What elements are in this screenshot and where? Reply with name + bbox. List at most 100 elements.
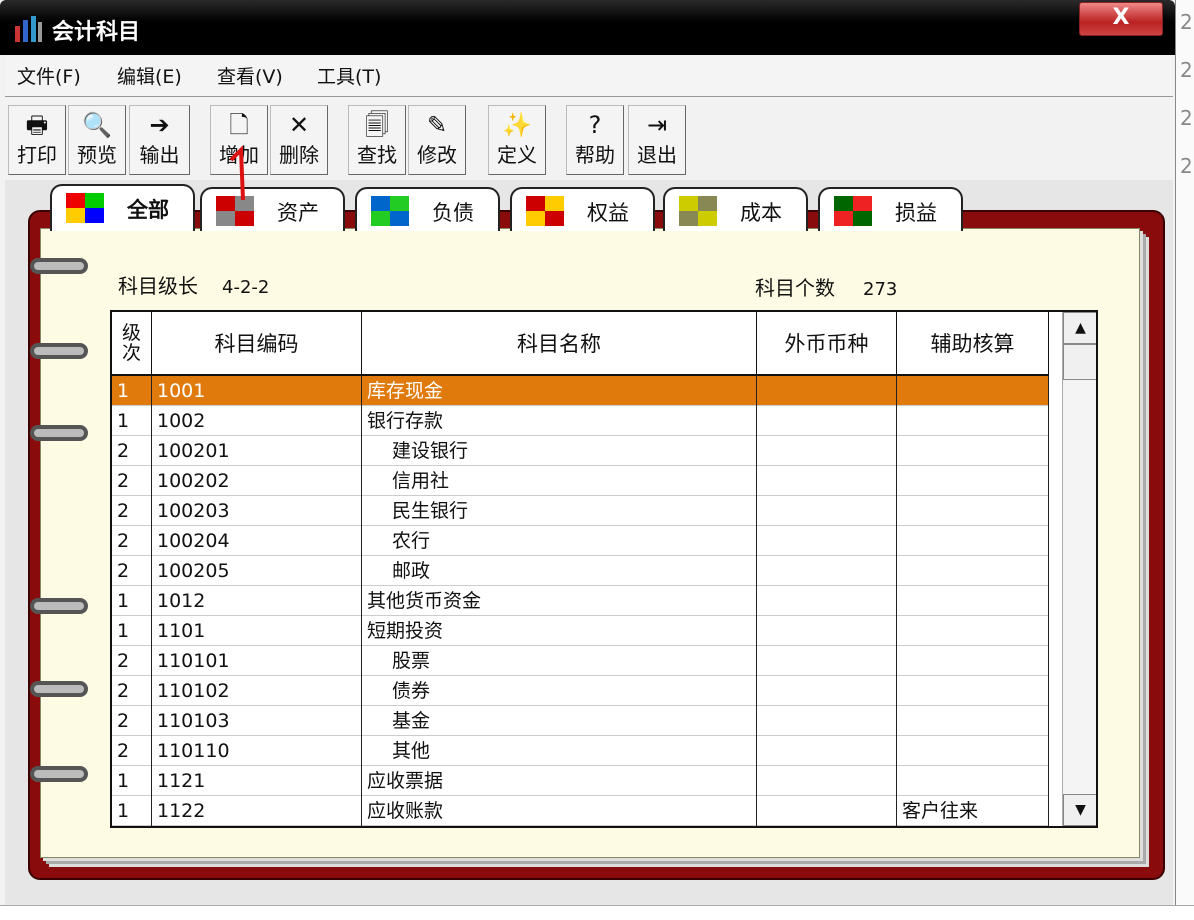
toolbar-button-help[interactable]: ?帮助 <box>566 105 624 175</box>
table-cell: 2 <box>112 646 152 676</box>
table-cell: 农行 <box>362 526 757 556</box>
table-cell: 民生银行 <box>362 496 757 526</box>
table-cell <box>757 706 897 736</box>
column-header[interactable]: 外币币种 <box>757 312 897 376</box>
table-cell: 1101 <box>152 616 362 646</box>
toolbar-button-printer[interactable]: 🖶打印 <box>8 105 66 175</box>
table-cell <box>757 406 897 436</box>
menu-bar: 文件(F) 编辑(E) 查看(V) 工具(T) <box>5 55 1173 97</box>
table-cell: 2 <box>112 706 152 736</box>
table-row[interactable]: 2100204农行 <box>112 526 1049 556</box>
tab-0[interactable]: 全部 <box>50 184 195 231</box>
close-button[interactable]: X <box>1079 2 1163 36</box>
scroll-thumb[interactable] <box>1063 344 1098 380</box>
binder-ring <box>30 681 88 697</box>
vertical-scrollbar[interactable]: ▲ ▼ <box>1062 312 1098 826</box>
table-cell: 1 <box>112 406 152 436</box>
toolbar-button-find[interactable]: 🗐查找 <box>348 105 406 175</box>
table-cell: 1012 <box>152 586 362 616</box>
level-length-value: 4-2-2 <box>222 277 269 298</box>
table-cell: 2 <box>112 676 152 706</box>
table-cell: 其他货币资金 <box>362 586 757 616</box>
column-header[interactable]: 级次 <box>112 312 152 376</box>
table-cell: 债券 <box>362 676 757 706</box>
table-cell <box>757 436 897 466</box>
table-cell: 2 <box>112 496 152 526</box>
tab-icon <box>369 194 411 228</box>
table-cell <box>757 526 897 556</box>
table-row[interactable]: 2100202信用社 <box>112 466 1049 496</box>
table-row[interactable]: 11122应收账款客户往来 <box>112 796 1049 826</box>
toolbar-button-preview[interactable]: 🔍预览 <box>68 105 126 175</box>
table-row[interactable]: 11012其他货币资金 <box>112 586 1049 616</box>
tab-label: 权益 <box>587 197 629 227</box>
menu-edit[interactable]: 编辑(E) <box>117 62 182 89</box>
table-cell <box>757 466 897 496</box>
table-cell: 信用社 <box>362 466 757 496</box>
table-cell: 1 <box>112 796 152 826</box>
table-row[interactable]: 11121应收票据 <box>112 766 1049 796</box>
toolbar-button-export[interactable]: ➔输出 <box>129 105 190 175</box>
table-cell <box>897 766 1049 796</box>
bg-text: 2 <box>1180 106 1193 130</box>
table-cell: 110101 <box>152 646 362 676</box>
tab-label: 负债 <box>432 197 474 227</box>
tab-1[interactable]: 资产 <box>200 187 345 231</box>
column-header[interactable]: 科目编码 <box>152 312 362 376</box>
tab-3[interactable]: 权益 <box>510 187 655 231</box>
tab-icon <box>677 194 719 228</box>
table-cell: 1 <box>112 586 152 616</box>
binder-ring <box>30 258 88 274</box>
window-title: 会计科目 <box>52 14 140 46</box>
table-cell: 100201 <box>152 436 362 466</box>
level-length-label: 科目级长 4-2-2 <box>118 270 269 299</box>
table-row[interactable]: 11101短期投资 <box>112 616 1049 646</box>
table-row[interactable]: 2100203民生银行 <box>112 496 1049 526</box>
toolbar-button-edit[interactable]: ✎修改 <box>408 105 466 175</box>
table-row[interactable]: 2100201建设银行 <box>112 436 1049 466</box>
menu-file[interactable]: 文件(F) <box>17 62 81 89</box>
table-cell: 110110 <box>152 736 362 766</box>
level-length-text: 科目级长 <box>118 274 198 298</box>
toolbar-button-wand[interactable]: ✨定义 <box>488 105 546 175</box>
tab-5[interactable]: 损益 <box>818 187 963 231</box>
account-count-label: 科目个数273 <box>755 272 897 301</box>
add-icon: 🗋 <box>211 108 267 142</box>
binder-ring <box>30 766 88 782</box>
table-cell: 基金 <box>362 706 757 736</box>
binder-ring <box>30 343 88 359</box>
column-header[interactable]: 辅助核算 <box>897 312 1049 376</box>
tab-icon <box>64 191 106 225</box>
table-cell <box>897 406 1049 436</box>
tab-2[interactable]: 负债 <box>355 187 500 231</box>
table-cell: 短期投资 <box>362 616 757 646</box>
toolbar-button-exit[interactable]: ⇥退出 <box>628 105 686 175</box>
toolbar-button-label: 预览 <box>69 142 125 168</box>
scroll-up-button[interactable]: ▲ <box>1063 312 1098 344</box>
export-icon: ➔ <box>130 108 189 142</box>
table-cell <box>897 526 1049 556</box>
binder-ring <box>30 598 88 614</box>
table-row[interactable]: 2110102债券 <box>112 676 1049 706</box>
scroll-down-button[interactable]: ▼ <box>1063 794 1098 826</box>
binder-ring <box>30 425 88 441</box>
table-cell: 邮政 <box>362 556 757 586</box>
table-row[interactable]: 11002银行存款 <box>112 406 1049 436</box>
column-header[interactable]: 科目名称 <box>362 312 757 376</box>
table-row[interactable]: 2110101股票 <box>112 646 1049 676</box>
table-row[interactable]: 2100205邮政 <box>112 556 1049 586</box>
menu-tools[interactable]: 工具(T) <box>317 62 381 89</box>
table-row[interactable]: 11001库存现金 <box>112 376 1049 406</box>
tab-icon <box>832 194 874 228</box>
table-cell: 100205 <box>152 556 362 586</box>
table-row[interactable]: 2110103基金 <box>112 706 1049 736</box>
background-window-bottom <box>0 905 1194 920</box>
table-cell: 2 <box>112 526 152 556</box>
menu-view[interactable]: 查看(V) <box>217 62 283 89</box>
table-cell <box>897 376 1049 406</box>
toolbar-button-delete[interactable]: ✕删除 <box>270 105 328 175</box>
table-cell <box>897 496 1049 526</box>
table-row[interactable]: 2110110其他 <box>112 736 1049 766</box>
tab-4[interactable]: 成本 <box>663 187 808 231</box>
table-cell: 1001 <box>152 376 362 406</box>
